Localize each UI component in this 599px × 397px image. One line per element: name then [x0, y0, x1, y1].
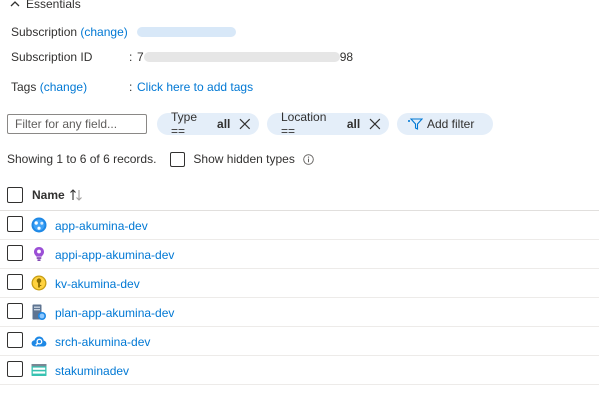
tags-change-link[interactable]: (change) [40, 80, 87, 94]
resource-name-link[interactable]: appi-app-akumina-dev [55, 248, 174, 262]
records-bar: Showing 1 to 6 of 6 records. Show hidden… [7, 151, 314, 167]
close-icon[interactable] [239, 118, 251, 130]
sort-icon[interactable] [68, 187, 84, 203]
show-hidden-label: Show hidden types [193, 152, 295, 166]
row-checkbox[interactable] [7, 216, 23, 232]
location-filter-label: Location == [281, 110, 327, 138]
tags-row: Tags (change) [11, 79, 87, 95]
subscription-id-label: Subscription ID [11, 50, 93, 64]
subscription-name-redacted [137, 27, 236, 37]
essentials-title: Essentials [26, 0, 81, 11]
tags-colon: : [129, 80, 133, 94]
subscription-row: Subscription (change) [11, 24, 128, 40]
type-filter-value: all [217, 117, 231, 131]
add-tags-link[interactable]: Click here to add tags [137, 80, 253, 94]
subscription-id-prefix: 7 [137, 50, 144, 64]
subscription-label: Subscription [11, 25, 78, 39]
resource-row[interactable]: plan-app-akumina-dev [0, 298, 599, 327]
essentials-toggle[interactable]: Essentials [10, 0, 81, 12]
add-filter-icon [408, 118, 423, 130]
application-insights-icon [34, 247, 44, 261]
search-service-icon [31, 336, 47, 347]
resource-row[interactable]: kv-akumina-dev [0, 269, 599, 298]
subscription-id-suffix: 98 [339, 50, 354, 64]
row-checkbox[interactable] [7, 245, 23, 261]
resource-name-link[interactable]: stakuminadev [55, 364, 129, 378]
location-filter-pill[interactable]: Location == all [267, 110, 389, 138]
type-filter-pill[interactable]: Type == all [157, 110, 259, 138]
filter-bar: Type == all Location == all Add filter [7, 110, 493, 138]
grid-header: Name [0, 182, 599, 211]
select-all-checkbox[interactable] [7, 187, 23, 203]
subscription-id-colon: : [129, 50, 133, 64]
subscription-id-row: Subscription ID [11, 49, 92, 65]
resource-name-link[interactable]: kv-akumina-dev [55, 277, 140, 291]
records-count: Showing 1 to 6 of 6 records. [7, 152, 157, 166]
add-filter-label: Add filter [427, 117, 475, 131]
row-checkbox[interactable] [7, 361, 23, 377]
filter-input[interactable] [7, 114, 147, 134]
resource-name-link[interactable]: app-akumina-dev [55, 219, 148, 233]
location-filter-value: all [346, 117, 361, 131]
key-vault-icon [31, 275, 47, 291]
subscription-value[interactable] [137, 27, 236, 37]
name-column-header[interactable]: Name [32, 188, 65, 202]
row-checkbox[interactable] [7, 274, 23, 290]
info-icon[interactable] [303, 153, 314, 165]
resource-row[interactable]: stakuminadev [0, 356, 599, 385]
row-checkbox[interactable] [7, 332, 23, 348]
chevron-up-icon [10, 1, 20, 7]
subscription-change-link[interactable]: (change) [80, 25, 127, 39]
app-service-plan-icon [32, 304, 46, 320]
add-filter-button[interactable]: Add filter [397, 113, 493, 135]
tags-label: Tags [11, 80, 37, 94]
type-filter-label: Type == [171, 110, 198, 138]
app-service-icon [31, 217, 47, 233]
resource-row[interactable]: app-akumina-dev [0, 211, 599, 240]
resource-row[interactable]: appi-app-akumina-dev [0, 240, 599, 269]
subscription-id-value: 7 98 [137, 49, 353, 65]
subscription-id-redacted [143, 52, 340, 62]
storage-account-icon [31, 364, 47, 376]
resource-row[interactable]: srch-akumina-dev [0, 327, 599, 356]
show-hidden-checkbox[interactable] [170, 151, 186, 167]
resource-name-link[interactable]: srch-akumina-dev [55, 335, 150, 349]
close-icon[interactable] [369, 118, 381, 130]
resource-name-link[interactable]: plan-app-akumina-dev [55, 306, 174, 320]
row-checkbox[interactable] [7, 303, 23, 319]
